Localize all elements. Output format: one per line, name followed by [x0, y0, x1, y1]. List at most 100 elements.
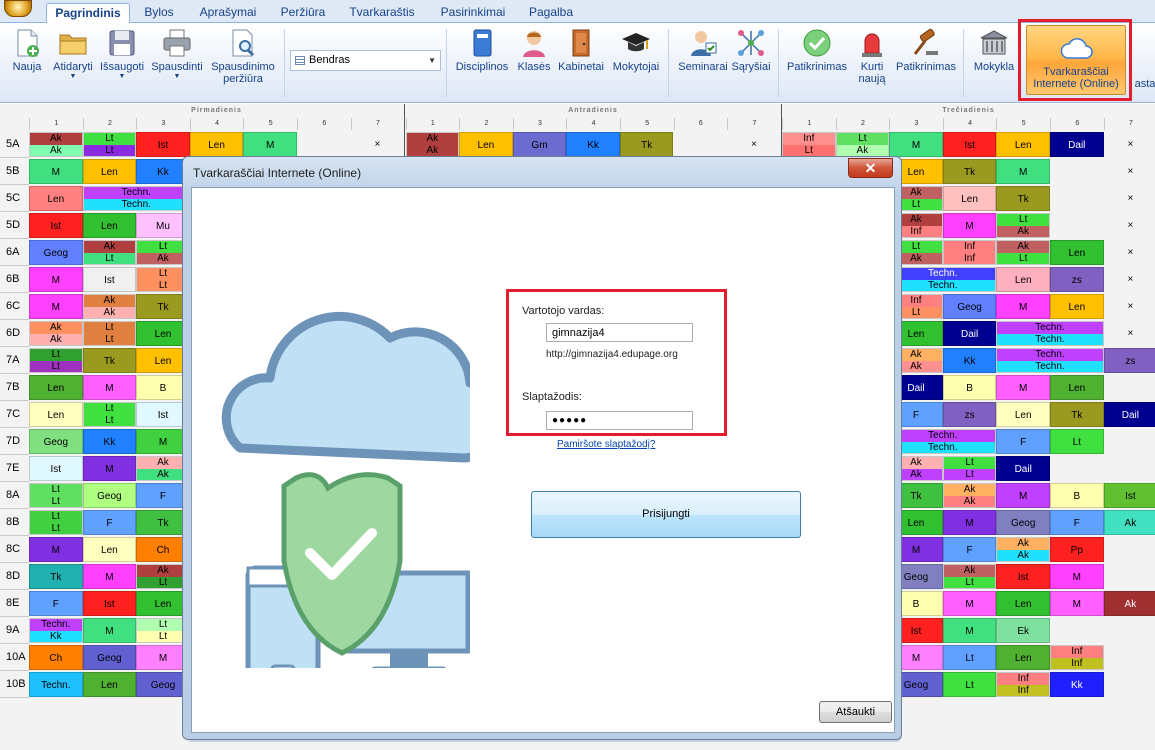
lesson-card[interactable]: Ak — [1103, 510, 1155, 535]
lesson-card[interactable]: Ak Lt — [82, 240, 137, 265]
lesson-card[interactable]: zs — [942, 402, 997, 427]
login-button[interactable]: Prisijungti — [531, 491, 801, 538]
lesson-card[interactable]: F — [996, 429, 1050, 454]
lesson-card[interactable]: Techn. Techn. — [889, 429, 997, 454]
lesson-card[interactable]: × — [1103, 240, 1155, 265]
lesson-card[interactable]: Lt Lt — [82, 321, 137, 346]
lesson-card[interactable]: Len — [29, 402, 83, 427]
lesson-card[interactable]: zs — [1103, 348, 1155, 373]
lesson-card[interactable]: Lt Lt — [942, 456, 997, 481]
lesson-card[interactable]: B — [1050, 483, 1104, 508]
lesson-card[interactable]: Techn. Techn. — [996, 348, 1104, 373]
check2-button[interactable]: Patikrinimas — [893, 27, 959, 73]
lesson-card[interactable]: Dail — [942, 321, 997, 346]
lesson-card[interactable]: Len — [942, 186, 997, 211]
lesson-card[interactable]: Lt Lt — [82, 402, 137, 427]
tab-pagrindinis[interactable]: Pagrindinis — [46, 3, 130, 24]
lesson-card[interactable]: Len — [996, 591, 1050, 616]
class-row-label[interactable]: 6A — [0, 239, 29, 266]
class-row-label[interactable]: 8D — [0, 563, 29, 590]
lesson-card[interactable]: Dail — [1103, 402, 1155, 427]
lesson-card[interactable]: Ak Ak — [405, 132, 460, 157]
lesson-card[interactable]: Dail — [996, 456, 1050, 481]
lesson-card[interactable]: × — [1103, 321, 1155, 346]
lesson-card[interactable]: Ist — [82, 591, 137, 616]
lesson-card[interactable]: M — [82, 564, 137, 589]
lesson-card[interactable]: Dail — [1050, 132, 1104, 157]
lesson-card[interactable]: M — [82, 618, 137, 643]
lesson-card[interactable]: Ist — [29, 213, 83, 238]
class-row-label[interactable]: 6D — [0, 320, 29, 347]
lesson-card[interactable]: Ak Ak — [29, 132, 83, 157]
lesson-card[interactable]: M — [243, 132, 297, 157]
lesson-card[interactable]: Len — [996, 132, 1050, 157]
lesson-card[interactable]: Ek — [996, 618, 1050, 643]
lesson-card[interactable]: Len — [82, 213, 137, 238]
class-row-label[interactable]: 7D — [0, 428, 29, 455]
lesson-card[interactable]: Geog — [942, 294, 997, 319]
save-button[interactable]: Išsaugoti ▼ — [96, 27, 148, 81]
lesson-card[interactable]: × — [1103, 213, 1155, 238]
application-menu-button[interactable] — [4, 0, 32, 17]
lesson-card[interactable]: M — [942, 618, 997, 643]
class-row-label[interactable]: 6B — [0, 266, 29, 293]
print-button[interactable]: Spausdinti ▼ — [148, 27, 206, 81]
class-row-label[interactable]: 7C — [0, 401, 29, 428]
username-input[interactable] — [546, 323, 693, 342]
lesson-card[interactable]: Techn. Kk — [29, 618, 83, 643]
class-row-label[interactable]: 9A — [0, 617, 29, 644]
class-row-label[interactable]: 5C — [0, 185, 29, 212]
lesson-card[interactable]: Len — [1050, 240, 1104, 265]
lesson-card[interactable]: × — [727, 132, 781, 157]
create-new-button[interactable]: Kurti naują — [852, 27, 892, 85]
class-row-label[interactable]: 8E — [0, 590, 29, 617]
lesson-card[interactable]: Lt — [942, 645, 997, 670]
lesson-card[interactable]: Techn. Techn. — [82, 186, 190, 211]
lesson-card[interactable]: Lt Lt — [82, 132, 137, 157]
lesson-card[interactable]: M — [29, 537, 83, 562]
lesson-card[interactable]: Lt Lt — [29, 348, 83, 373]
lesson-card[interactable]: Ak Lt — [996, 240, 1050, 265]
lesson-card[interactable]: F — [82, 510, 137, 535]
lesson-card[interactable]: Geog — [29, 240, 83, 265]
lesson-card[interactable]: Tk — [942, 159, 997, 184]
lesson-card[interactable]: Ak Lt — [942, 564, 997, 589]
lesson-card[interactable]: Ist — [942, 132, 997, 157]
forgot-password-link[interactable]: Pamiršote slaptažodį? — [557, 439, 655, 450]
lesson-card[interactable]: Len — [82, 672, 137, 697]
lesson-card[interactable]: Len — [82, 537, 137, 562]
lesson-card[interactable]: M — [29, 267, 83, 292]
tab-tvarkarastis[interactable]: Tvarkaraštis — [342, 3, 422, 23]
lesson-card[interactable]: Lt Lt — [29, 483, 83, 508]
lesson-card[interactable]: Tk — [1050, 402, 1104, 427]
class-row-label[interactable]: 7A — [0, 347, 29, 374]
lesson-card[interactable]: × — [350, 132, 405, 157]
lesson-card[interactable]: Geog — [82, 483, 137, 508]
lesson-card[interactable]: M — [996, 483, 1050, 508]
lesson-card[interactable]: Geog — [29, 429, 83, 454]
relations-button[interactable]: Sąryšiai — [730, 27, 772, 73]
class-row-label[interactable]: 7E — [0, 455, 29, 482]
password-input[interactable]: ●●●●● — [546, 411, 693, 430]
tab-aprasymai[interactable]: Aprašymai — [192, 3, 264, 23]
class-row-label[interactable]: 5B — [0, 158, 29, 185]
tab-bylos[interactable]: Bylos — [135, 3, 183, 23]
lesson-card[interactable]: Len — [82, 159, 137, 184]
lesson-card[interactable]: M — [942, 213, 997, 238]
lesson-card[interactable]: × — [1103, 132, 1155, 157]
lesson-card[interactable]: Ch — [29, 645, 83, 670]
lesson-card[interactable]: Tk — [619, 132, 674, 157]
lesson-card[interactable]: Inf Inf — [996, 672, 1050, 697]
lesson-card[interactable]: Len — [29, 186, 83, 211]
lesson-card[interactable]: Len — [189, 132, 244, 157]
lesson-card[interactable]: Ist — [996, 564, 1050, 589]
class-row-label[interactable]: 10B — [0, 671, 29, 698]
class-row-label[interactable]: 10A — [0, 644, 29, 671]
open-button[interactable]: Atidaryti ▼ — [49, 27, 97, 81]
lesson-card[interactable]: Gm — [512, 132, 567, 157]
lesson-card[interactable]: Kk — [82, 429, 137, 454]
lesson-card[interactable]: Len — [996, 645, 1050, 670]
lesson-card[interactable]: M — [82, 375, 137, 400]
lesson-card[interactable]: Ist — [29, 456, 83, 481]
lesson-card[interactable]: Ist — [1103, 483, 1155, 508]
